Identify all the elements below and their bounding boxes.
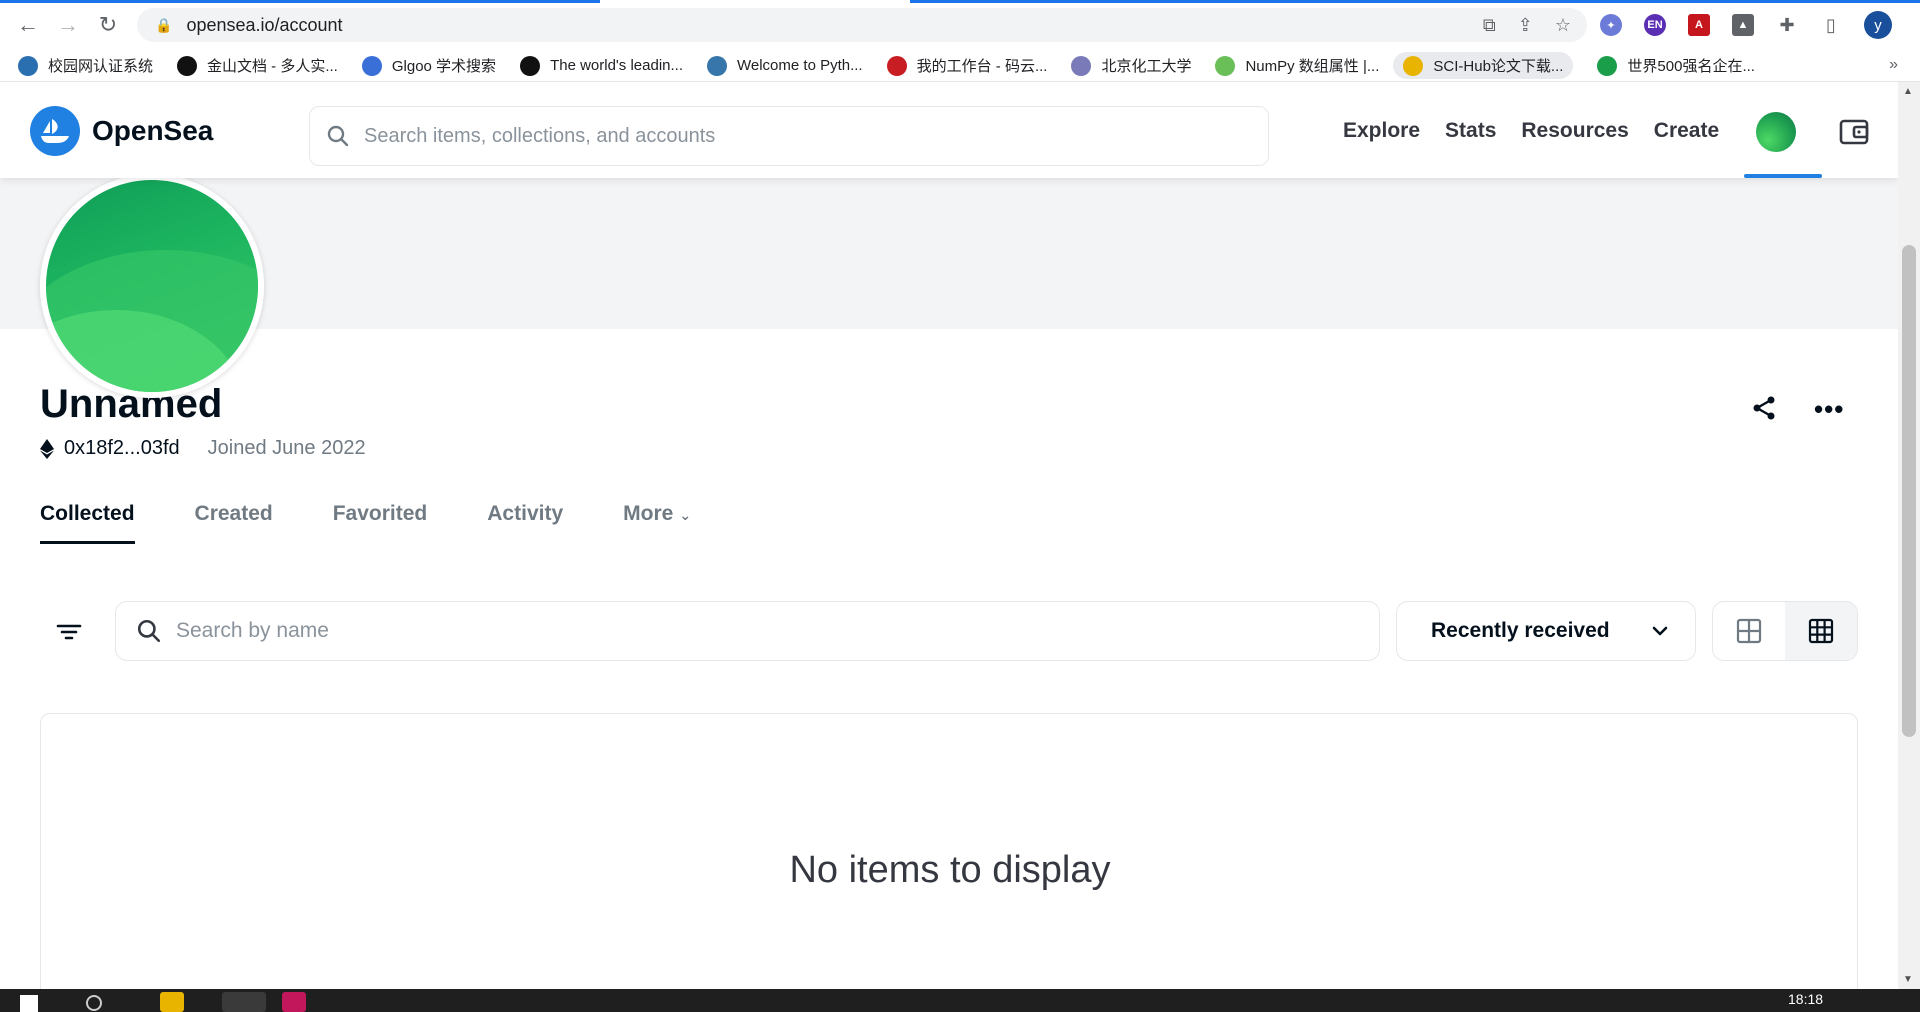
extension-scholar-icon[interactable]: ▲ [1732, 14, 1754, 36]
scrollbar-thumb[interactable] [1902, 245, 1916, 737]
bookmarks-overflow-button[interactable]: » [1889, 56, 1898, 74]
more-options-icon[interactable]: ••• [1814, 394, 1844, 425]
extension-pdf-icon[interactable]: A [1688, 14, 1710, 36]
bookmark-item[interactable]: 北京化工大学 [1071, 55, 1191, 76]
profile-meta: 0x18f2...03fd Joined June 2022 [40, 437, 366, 460]
chrome-taskbar-icon[interactable] [222, 992, 266, 1012]
tab-loading-indicator [0, 0, 600, 3]
bookmark-icon [361, 55, 382, 76]
scroll-up-icon[interactable]: ▲ [1903, 86, 1913, 97]
bookmark-icon [886, 55, 907, 76]
search-icon[interactable] [86, 995, 102, 1011]
account-avatar-button[interactable] [1756, 112, 1796, 152]
main-nav: Explore Stats Resources Create [1343, 106, 1719, 156]
site-search-input[interactable] [364, 124, 1224, 148]
share-icon[interactable] [1750, 394, 1778, 422]
bookmark-item[interactable]: SCI-Hub论文下载... [1393, 52, 1574, 79]
opensea-ship-icon [30, 106, 80, 156]
bookmark-item[interactable]: The world's leadin... [520, 55, 683, 76]
profile-tabs: Collected Created Favorited Activity Mor… [40, 502, 751, 544]
chevron-down-icon [1652, 626, 1668, 636]
bookmark-item[interactable]: Welcome to Pyth... [707, 55, 863, 76]
url-text[interactable]: opensea.io/account [186, 15, 342, 36]
address-bar[interactable]: 🔒 opensea.io/account ⧉ ⇪ ☆ [137, 8, 1587, 42]
filter-icon[interactable] [54, 617, 84, 647]
bookmark-icon [1403, 55, 1424, 76]
page-content: OpenSea Explore Stats Resources Create U… [0, 82, 1898, 989]
profile-avatar-image [40, 174, 264, 398]
bookmark-item[interactable]: 世界500强名企在... [1597, 55, 1755, 76]
reload-icon[interactable]: ↻ [88, 5, 128, 45]
wallet-icon[interactable] [1838, 116, 1870, 148]
empty-state-message: No items to display [789, 849, 1111, 891]
tab-more-label: More [623, 502, 674, 525]
share-page-icon[interactable]: ⇪ [1518, 15, 1533, 36]
file-explorer-icon[interactable] [160, 992, 184, 1012]
extension-en-icon[interactable]: EN [1644, 14, 1666, 36]
sort-value: Recently received [1431, 619, 1610, 642]
chevron-down-icon: ⌄ [679, 507, 692, 523]
tab-collected[interactable]: Collected [40, 502, 135, 544]
forward-icon[interactable]: → [48, 5, 88, 45]
ethereum-icon [40, 438, 54, 459]
bookmarks-bar: 校园网认证系统 金山文档 - 多人实... Glgoo 学术搜索 The wor… [0, 50, 1920, 82]
item-search-input[interactable] [176, 619, 1326, 643]
large-grid-icon [1736, 618, 1762, 644]
nav-resources[interactable]: Resources [1521, 119, 1628, 143]
bookmark-star-icon[interactable]: ☆ [1555, 15, 1571, 36]
side-panel-icon[interactable]: ▯ [1820, 14, 1842, 36]
wallet-address[interactable]: 0x18f2...03fd [64, 437, 180, 460]
profile-avatar[interactable]: y [1864, 11, 1892, 39]
scroll-down-icon[interactable]: ▼ [1903, 974, 1913, 985]
bookmark-icon [177, 55, 198, 76]
tab-favorited[interactable]: Favorited [333, 502, 428, 544]
bookmark-item[interactable]: 我的工作台 - 码云... [886, 55, 1047, 76]
joined-date: Joined June 2022 [207, 437, 366, 459]
system-clock[interactable]: 18:18 [1788, 991, 1823, 1007]
extension-bird-icon[interactable]: ✦ [1600, 14, 1622, 36]
bookmark-icon [1597, 55, 1618, 76]
nav-create[interactable]: Create [1654, 119, 1719, 143]
translate-icon[interactable]: ⧉ [1483, 15, 1496, 36]
back-icon[interactable]: ← [8, 5, 48, 45]
tab-created[interactable]: Created [195, 502, 273, 544]
bookmark-icon [18, 55, 38, 76]
active-nav-indicator [1744, 174, 1822, 178]
tab-more[interactable]: More ⌄ [623, 502, 691, 544]
site-header: OpenSea Explore Stats Resources Create [0, 82, 1898, 178]
site-search-bar[interactable] [309, 106, 1269, 166]
os-taskbar: 18:18 [0, 989, 1920, 1012]
tab-loading-indicator [910, 0, 1920, 3]
page-scrollbar[interactable]: ▲ ▼ [1898, 82, 1920, 989]
brand-name: OpenSea [92, 115, 214, 146]
view-toggle [1712, 601, 1858, 661]
tab-activity[interactable]: Activity [487, 502, 563, 544]
search-icon [137, 619, 161, 643]
bookmark-item[interactable]: NumPy 数组属性 |... [1215, 55, 1379, 76]
nav-stats[interactable]: Stats [1445, 119, 1496, 143]
lock-icon: 🔒 [155, 16, 173, 33]
bookmark-icon [1071, 55, 1092, 76]
github-icon [520, 55, 541, 76]
python-icon [707, 55, 727, 76]
browser-menu-icon[interactable]: ⋮ [1914, 14, 1920, 37]
bookmark-item[interactable]: Glgoo 学术搜索 [361, 55, 496, 76]
search-icon [327, 125, 349, 147]
nav-explore[interactable]: Explore [1343, 119, 1420, 143]
browser-toolbar: ← → ↻ 🔒 opensea.io/account ⧉ ⇪ ☆ ✦ EN A … [0, 0, 1920, 50]
compact-grid-icon [1808, 618, 1834, 644]
item-search-bar[interactable] [115, 601, 1380, 661]
items-container: No items to display [40, 713, 1858, 989]
large-grid-view-button[interactable] [1713, 602, 1785, 660]
compact-grid-view-button[interactable] [1785, 602, 1857, 660]
windows-start-icon[interactable] [20, 995, 38, 1012]
sort-dropdown[interactable]: Recently received [1396, 601, 1696, 661]
bookmark-item[interactable]: 校园网认证系统 [18, 55, 153, 76]
bookmark-item[interactable]: 金山文档 - 多人实... [177, 55, 338, 76]
extensions-puzzle-icon[interactable]: ✚ [1776, 14, 1798, 36]
opensea-logo[interactable]: OpenSea [30, 106, 213, 156]
bookmark-icon [1215, 55, 1236, 76]
ide-taskbar-icon[interactable] [282, 992, 306, 1012]
